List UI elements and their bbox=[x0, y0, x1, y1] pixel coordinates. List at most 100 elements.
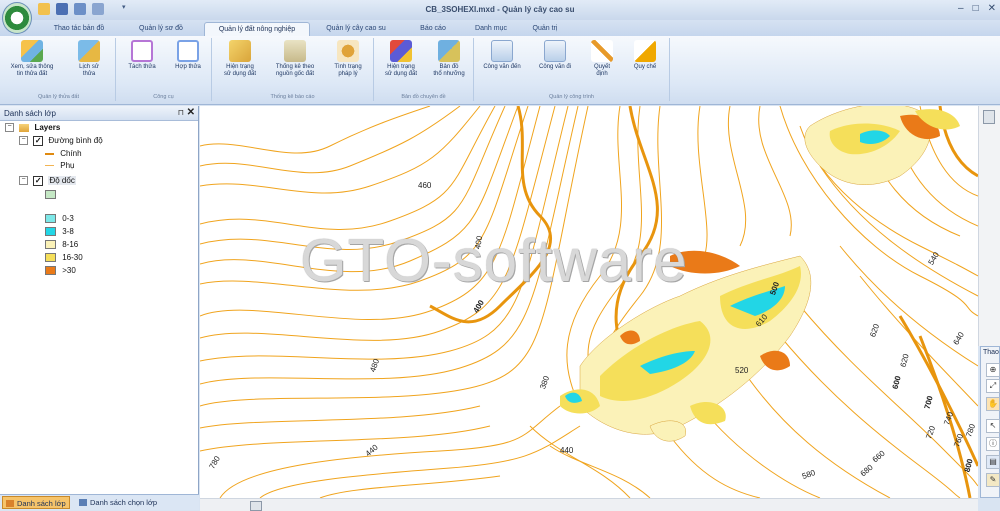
close-icon[interactable]: ✕ bbox=[988, 3, 996, 14]
origin-stats-button[interactable]: Thống kê theo nguồn gốc đất bbox=[266, 38, 324, 88]
legend-label: Chính bbox=[60, 149, 82, 158]
tool-window-title: Thao bbox=[983, 349, 999, 356]
maximize-icon[interactable]: □ bbox=[973, 3, 979, 14]
legend-swatch bbox=[45, 266, 56, 276]
scales-icon bbox=[337, 40, 359, 62]
map-edit-icon bbox=[21, 40, 43, 62]
tree-root[interactable]: − Layers bbox=[5, 122, 60, 134]
collapse-icon[interactable]: − bbox=[5, 123, 14, 133]
panel-header: Danh sách lớp ⊓ ✕ bbox=[0, 106, 198, 121]
panel-title: Danh sách lớp bbox=[4, 109, 56, 118]
soil-map-button[interactable]: Bản đồ thổ nhưỡng bbox=[426, 38, 472, 88]
tab-label: Danh sách chọn lớp bbox=[90, 498, 158, 507]
ribbon-tabs: Thao tác bản đồ Quản lý sơ đồ Quản lý đấ… bbox=[0, 20, 1000, 36]
thematic-land-use-button[interactable]: Hiện trạng sử dụng đất bbox=[376, 38, 426, 88]
minimize-icon[interactable]: – bbox=[958, 3, 964, 14]
legend-item: 16-30 bbox=[45, 252, 83, 264]
selected-layers-icon bbox=[79, 499, 87, 506]
legal-status-button[interactable]: Tình trạng pháp lý bbox=[324, 38, 372, 88]
tab-agricultural-land[interactable]: Quản lý đất nông nghiệp bbox=[204, 22, 310, 36]
pan-hand-icon[interactable]: ✋ bbox=[986, 397, 1000, 411]
map-canvas[interactable]: 460 400 400 480 440 380 440 780 500 610 … bbox=[200, 106, 978, 498]
incoming-doc-icon bbox=[491, 40, 513, 62]
app-logo[interactable] bbox=[2, 2, 32, 34]
group-statistics: Hiện trạng sử dụng đất Thống kê theo ngu… bbox=[212, 38, 374, 101]
tab-reports[interactable]: Báo cáo bbox=[402, 22, 464, 36]
tab-selected-layer-list[interactable]: Danh sách chọn lớp bbox=[76, 496, 160, 509]
legend-item: Phụ bbox=[45, 160, 74, 172]
vertical-scrollbar[interactable] bbox=[978, 106, 1000, 346]
contour-label: 460 bbox=[418, 181, 432, 190]
legend-label: >30 bbox=[62, 266, 76, 275]
legend-swatch bbox=[45, 227, 56, 237]
close-icon[interactable]: ✕ bbox=[187, 107, 195, 118]
legend-item bbox=[45, 189, 60, 201]
legend-item: 3-8 bbox=[45, 226, 74, 238]
legend-item: 0-3 bbox=[45, 213, 74, 225]
slope-patches bbox=[560, 106, 960, 442]
decision-button[interactable]: Quyết định bbox=[582, 38, 622, 88]
pin-icon[interactable]: ⊓ bbox=[178, 108, 184, 117]
legend-swatch bbox=[45, 253, 56, 263]
split-parcel-button[interactable]: Tách thửa bbox=[120, 38, 164, 88]
tab-rubber-tree[interactable]: Quản lý cây cao su bbox=[310, 22, 402, 36]
legend-line-main bbox=[45, 152, 54, 155]
legend-label: 16-30 bbox=[62, 253, 83, 262]
tab-layer-list[interactable]: Danh sách lớp bbox=[2, 496, 70, 509]
tab-catalog[interactable]: Danh mục bbox=[464, 22, 518, 36]
tab-label: Danh sách lớp bbox=[17, 499, 66, 508]
title-bar: ▾ CB_3SOHEXI.mxd - Quản lý cây cao su – … bbox=[0, 0, 1000, 34]
legend-swatch bbox=[45, 214, 56, 224]
group-caption: Quản lý thửa đất bbox=[38, 94, 79, 100]
legend-label: 0-3 bbox=[62, 214, 74, 223]
legend-label: Phụ bbox=[60, 161, 75, 170]
group-parcel-management: Xem, sửa thông tin thửa đất Lịch sử thửa… bbox=[2, 38, 116, 101]
contour-label: 440 bbox=[560, 446, 574, 455]
statistics-icon bbox=[284, 40, 306, 62]
tab-map-operations[interactable]: Thao tác bản đồ bbox=[40, 22, 118, 36]
history-icon bbox=[78, 40, 100, 62]
horizontal-scrollbar[interactable] bbox=[200, 498, 978, 511]
layer-tool-icon[interactable]: ▤ bbox=[986, 455, 1000, 469]
parcel-history-button[interactable]: Lịch sử thửa bbox=[64, 38, 114, 88]
layer-visibility-checkbox[interactable]: ✓ bbox=[33, 175, 44, 186]
collapse-icon[interactable]: − bbox=[19, 136, 28, 146]
regulation-button[interactable]: Quy chế bbox=[624, 38, 666, 88]
ribbon: Xem, sửa thông tin thửa đất Lịch sử thửa… bbox=[0, 36, 1000, 105]
contour-label: 520 bbox=[735, 366, 749, 375]
regulation-icon bbox=[634, 40, 656, 62]
collapse-icon[interactable]: − bbox=[19, 176, 28, 186]
land-use-stats-button[interactable]: Hiện trạng sử dụng đất bbox=[214, 38, 266, 88]
legend-label: 3-8 bbox=[62, 227, 74, 236]
outgoing-doc-button[interactable]: Công văn đi bbox=[530, 38, 580, 88]
window-controls: – □ ✕ bbox=[958, 3, 996, 14]
legend-line-sub bbox=[45, 165, 54, 167]
group-caption: Quản lý công trình bbox=[549, 94, 594, 100]
group-caption: Thống kê báo cáo bbox=[270, 94, 315, 100]
tab-diagram-management[interactable]: Quản lý sơ đồ bbox=[118, 22, 204, 36]
zoom-in-icon[interactable]: ⊕ bbox=[986, 363, 1000, 377]
legend-item: >30 bbox=[45, 265, 76, 277]
legend-item: 8-16 bbox=[45, 239, 78, 251]
scroll-thumb[interactable] bbox=[983, 110, 995, 124]
layer-visibility-checkbox[interactable]: ✓ bbox=[33, 135, 44, 146]
select-arrow-icon[interactable]: ↖ bbox=[986, 419, 1000, 433]
merge-parcel-icon bbox=[177, 40, 199, 62]
tree-layer-slope[interactable]: − ✓ Độ dốc bbox=[19, 175, 76, 187]
full-extent-icon[interactable]: ⤢ bbox=[986, 379, 1000, 393]
legend-label: 8-16 bbox=[62, 240, 79, 249]
edit-tool-icon[interactable]: ✎ bbox=[986, 473, 1000, 487]
tab-admin[interactable]: Quản trị bbox=[518, 22, 572, 36]
panel-bottom-tabs: Danh sách lớp Danh sách chọn lớp bbox=[0, 494, 199, 510]
tree-layer-contours[interactable]: − ✓ Đường bình độ bbox=[19, 135, 103, 147]
view-edit-parcel-button[interactable]: Xem, sửa thông tin thửa đất bbox=[4, 38, 60, 88]
incoming-doc-button[interactable]: Công văn đến bbox=[476, 38, 528, 88]
group-project-management: Công văn đến Công văn đi Quyết định Quy … bbox=[474, 38, 670, 101]
layers-stack-icon bbox=[19, 123, 30, 132]
legend-swatch bbox=[45, 190, 56, 200]
group-caption: Bản đồ chuyên đề bbox=[401, 94, 446, 100]
group-thematic-maps: Hiện trạng sử dụng đất Bản đồ thổ nhưỡng… bbox=[374, 38, 474, 101]
merge-parcel-button[interactable]: Hợp thửa bbox=[166, 38, 210, 88]
soil-map-icon bbox=[438, 40, 460, 62]
identify-icon[interactable]: ⓘ bbox=[986, 437, 1000, 451]
